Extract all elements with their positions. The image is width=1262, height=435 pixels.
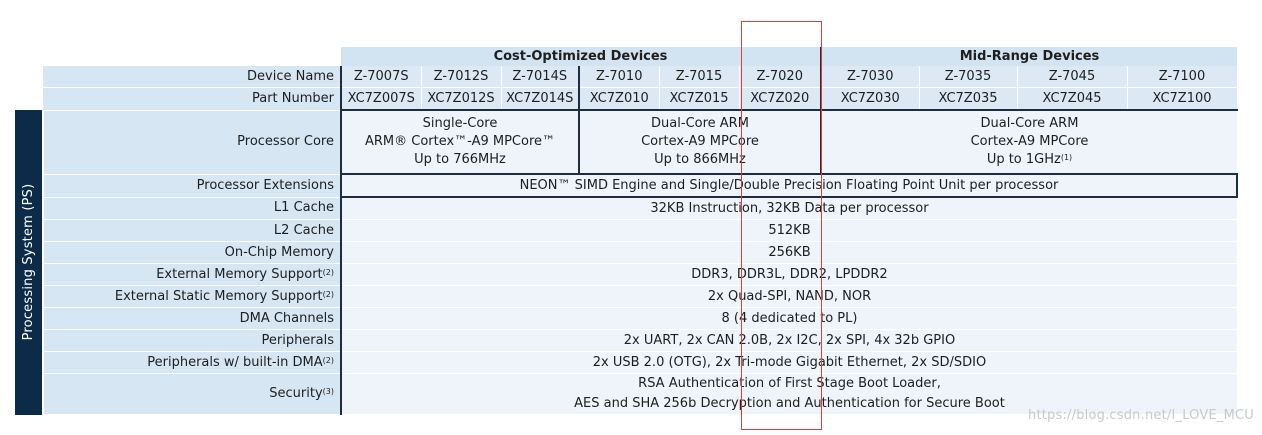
core-single-line: Single-Core xyxy=(422,116,498,131)
part-number-cell: XC7Z010 xyxy=(579,87,660,111)
device-name-cell: Z-7100 xyxy=(1127,66,1238,88)
label-security: Security(3) xyxy=(43,373,342,415)
core-dual-line: Cortex-A9 MPCore xyxy=(970,134,1089,149)
footnote-2: (2) xyxy=(322,289,334,299)
label-peripherals-dma-text: Peripherals w/ built-in DMA xyxy=(147,354,323,370)
label-dma-channels: DMA Channels xyxy=(43,307,342,330)
row-spacer xyxy=(15,66,43,88)
label-external-memory: External Memory Support(2) xyxy=(43,263,342,286)
core-single-line: Up to 766MHz xyxy=(414,152,506,167)
device-name-cell: Z-7045 xyxy=(1017,66,1128,88)
core-dual-line: Dual-Core ARM xyxy=(980,116,1079,131)
part-number-cell: XC7Z015 xyxy=(659,87,740,111)
label-processor-extensions: Processor Extensions xyxy=(43,174,342,198)
device-name-cell: Z-7010 xyxy=(579,66,660,88)
label-external-memory-text: External Memory Support xyxy=(156,266,323,282)
core-single-line: ARM® Cortex™-A9 MPCore™ xyxy=(364,134,556,149)
label-part-number: Part Number xyxy=(43,87,342,111)
label-processor-core: Processor Core xyxy=(43,110,342,175)
part-number-cell: XC7Z014S xyxy=(501,87,580,111)
device-spec-table: Cost-Optimized Devices Mid-Range Devices… xyxy=(15,47,1238,415)
footnote-1ghz: (1) xyxy=(1060,153,1073,162)
device-name-cell: Z-7030 xyxy=(821,66,920,88)
z7020-highlight-box xyxy=(741,21,822,430)
processing-system-sidebar: Processing System (PS) xyxy=(15,110,44,415)
footnote-2: (2) xyxy=(322,267,334,277)
label-external-static-memory: External Static Memory Support(2) xyxy=(43,285,342,308)
label-security-text: Security xyxy=(269,386,323,401)
label-on-chip-memory: On-Chip Memory xyxy=(43,241,342,264)
part-number-cell: XC7Z035 xyxy=(919,87,1018,111)
part-number-cell: XC7Z030 xyxy=(821,87,920,111)
device-name-cell: Z-7007S xyxy=(341,66,422,88)
part-number-cell: XC7Z100 xyxy=(1127,87,1238,111)
device-name-cell: Z-7015 xyxy=(659,66,740,88)
device-name-cell: Z-7012S xyxy=(421,66,502,88)
watermark: https://blog.csdn.net/I_LOVE_MCU xyxy=(1028,408,1254,423)
zynq-spec-page: Cost-Optimized Devices Mid-Range Devices… xyxy=(0,0,1262,435)
device-name-cell: Z-7014S xyxy=(501,66,580,88)
label-device-name: Device Name xyxy=(43,66,342,88)
core-dual-1ghz: Dual-Core ARM Cortex-A9 MPCore Up to 1GH… xyxy=(821,109,1237,175)
part-number-cell: XC7Z012S xyxy=(421,87,502,111)
core-dual-freq: Up to 1GHz xyxy=(986,152,1061,167)
core-dual-line: Up to 1GHz(1) xyxy=(825,151,1234,169)
row-spacer xyxy=(15,87,43,110)
processing-system-label: Processing System (PS) xyxy=(20,183,36,341)
label-external-static-memory-text: External Static Memory Support xyxy=(114,288,323,304)
group-mid-range: Mid-Range Devices xyxy=(821,47,1237,66)
label-l2-cache: L2 Cache xyxy=(43,219,342,242)
device-name-cell: Z-7035 xyxy=(919,66,1018,88)
label-l1-cache: L1 Cache xyxy=(43,197,342,220)
part-number-cell: XC7Z045 xyxy=(1017,87,1128,111)
part-number-cell: XC7Z007S xyxy=(341,87,422,111)
core-single: Single-Core ARM® Cortex™-A9 MPCore™ Up t… xyxy=(341,109,580,175)
header-spacer xyxy=(15,47,341,66)
label-peripherals-dma: Peripherals w/ built-in DMA(2) xyxy=(43,351,342,374)
label-peripherals: Peripherals xyxy=(43,329,342,352)
footnote-3: (3) xyxy=(322,387,334,396)
footnote-2: (2) xyxy=(322,355,334,365)
